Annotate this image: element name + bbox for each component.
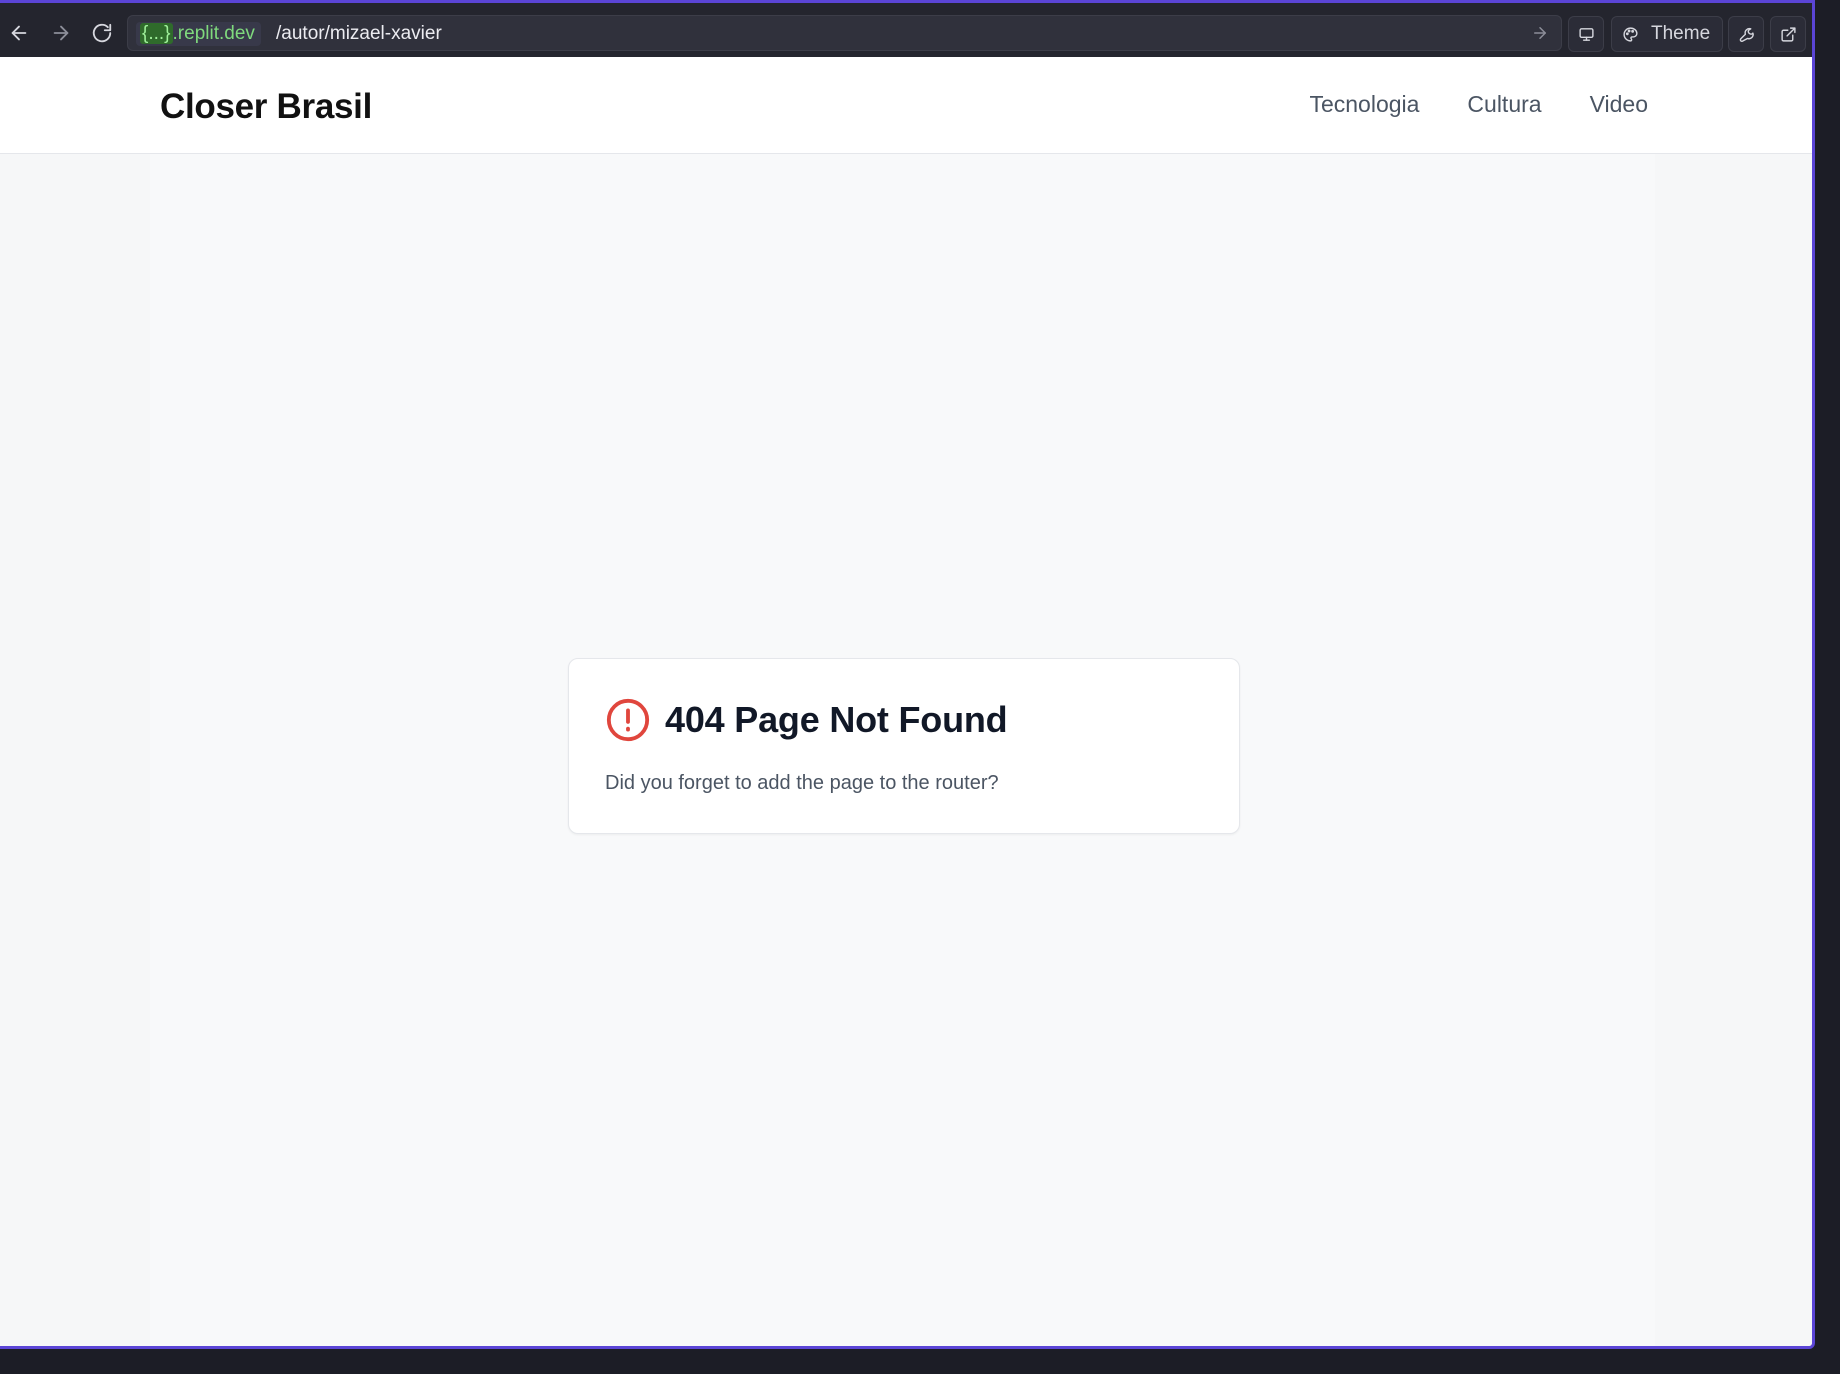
- monitor-icon: [1578, 27, 1594, 41]
- nav-link-video[interactable]: Video: [1590, 91, 1648, 118]
- nav-link-tecnologia[interactable]: Tecnologia: [1309, 91, 1419, 118]
- page-gutter-right: [1655, 154, 1812, 1346]
- address-bar[interactable]: {...} .replit.dev /autor/mizael-xavier: [127, 15, 1562, 51]
- device-preview-button[interactable]: [1568, 16, 1604, 52]
- url-path[interactable]: /autor/mizael-xavier: [276, 23, 442, 45]
- reload-button[interactable]: [85, 16, 119, 50]
- alert-circle-icon: [605, 697, 651, 743]
- browser-toolbar: {...} .replit.dev /autor/mizael-xavier Th…: [0, 6, 1812, 57]
- error-title: 404 Page Not Found: [665, 699, 1008, 740]
- page-gutter-left: [0, 154, 150, 1346]
- url-host-domain: .replit.dev: [172, 23, 255, 44]
- url-host: {...} .replit.dev: [136, 22, 261, 46]
- devtools-button[interactable]: [1728, 16, 1764, 52]
- go-button[interactable]: [1531, 24, 1551, 44]
- error-message: Did you forget to add the page to the ro…: [605, 772, 999, 794]
- arrow-right-icon: [53, 25, 69, 41]
- back-button[interactable]: [2, 16, 36, 50]
- browser-window: {...} .replit.dev /autor/mizael-xavier Th…: [0, 0, 1815, 1349]
- url-host-braces: {...}: [140, 23, 173, 44]
- forward-button[interactable]: [44, 16, 78, 50]
- site-nav: Tecnologia Cultura Video: [1309, 91, 1648, 118]
- external-link-icon: [1780, 26, 1796, 42]
- palette-icon: [1623, 26, 1638, 42]
- nav-link-cultura[interactable]: Cultura: [1467, 91, 1541, 118]
- error-card: 404 Page Not Found Did you forget to add…: [568, 658, 1240, 834]
- arrow-left-icon: [11, 25, 27, 41]
- open-new-tab-button[interactable]: [1770, 16, 1806, 52]
- error-title-row: 404 Page Not Found: [605, 697, 1008, 743]
- wrench-icon: [1739, 27, 1754, 42]
- theme-button[interactable]: Theme: [1611, 16, 1724, 52]
- theme-label: Theme: [1651, 23, 1711, 44]
- site-header: Closer Brasil Tecnologia Cultura Video: [0, 57, 1812, 154]
- arrow-right-icon: [1534, 27, 1546, 39]
- site-logo[interactable]: Closer Brasil: [160, 87, 372, 127]
- refresh-icon: [92, 23, 112, 43]
